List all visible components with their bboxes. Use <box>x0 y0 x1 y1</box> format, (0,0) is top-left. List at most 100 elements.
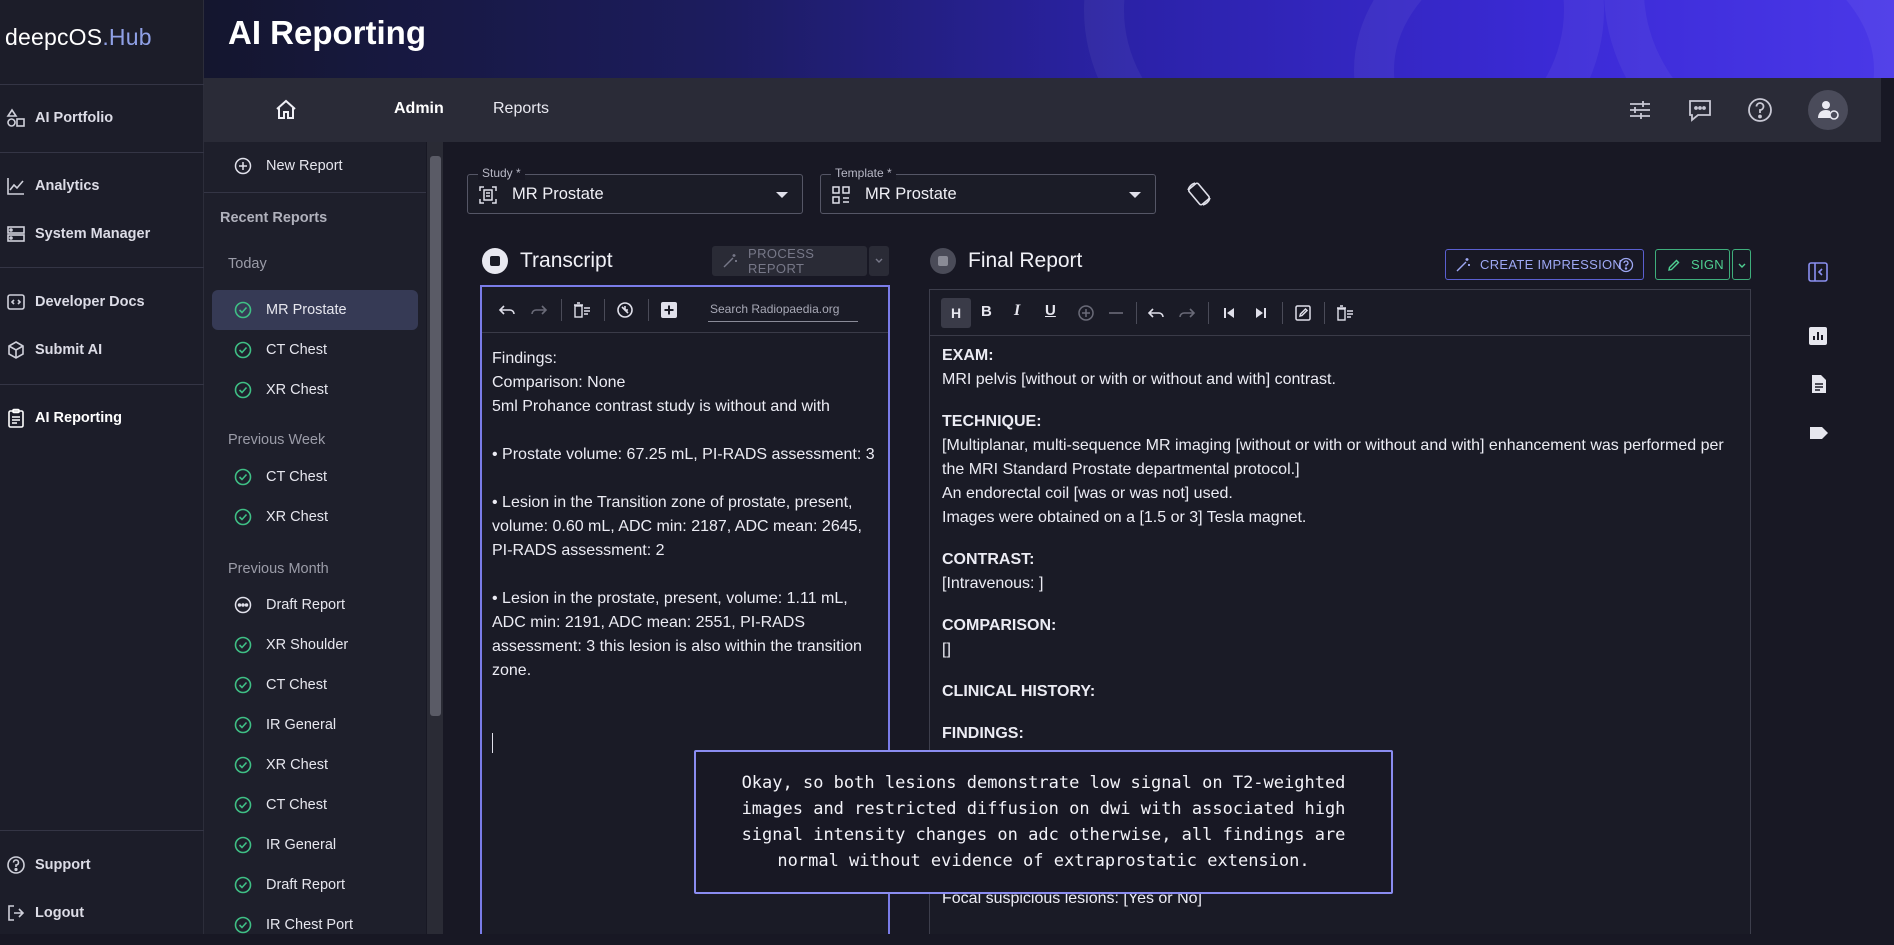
text-cursor <box>492 733 493 753</box>
report-section-heading[interactable]: FINDINGS: <box>942 722 1742 746</box>
scrollbar-thumb[interactable] <box>430 156 441 716</box>
draft-dots-icon <box>234 596 252 614</box>
chat-icon[interactable] <box>1686 96 1714 124</box>
sliders-icon[interactable] <box>1626 96 1654 124</box>
report-list-item[interactable]: XR Shoulder <box>212 625 418 665</box>
report-section-heading[interactable]: COMPARISON: <box>942 614 1742 638</box>
previous-field-icon[interactable] <box>1220 304 1238 322</box>
report-list-item[interactable]: CT Chest <box>212 785 418 825</box>
sidebar-item-submit-ai[interactable]: Submit AI <box>6 340 102 360</box>
home-icon[interactable] <box>274 98 298 122</box>
rotate-screen-icon[interactable] <box>1185 180 1213 208</box>
report-group-heading: Previous Week <box>228 432 326 448</box>
scan-document-icon <box>479 186 497 204</box>
report-list-item[interactable]: Draft Report <box>212 585 418 625</box>
report-section-line[interactable]: MRI pelvis [without or with or without a… <box>942 368 1742 392</box>
template-select[interactable]: Template * MR Prostate <box>820 166 1156 214</box>
brand-logo[interactable]: deepcOS.Hub <box>5 24 152 51</box>
spellcheck-icon[interactable] <box>616 301 634 319</box>
next-field-icon[interactable] <box>1252 304 1270 322</box>
transcript-text[interactable]: Findings: Comparison: None 5ml Prohance … <box>492 347 878 683</box>
redo-icon[interactable] <box>530 301 548 319</box>
help-icon[interactable] <box>1618 257 1634 273</box>
check-circle-icon <box>234 468 252 486</box>
page-header: AI Reporting <box>204 0 1894 78</box>
radiopaedia-search-input[interactable]: Search Radiopaedia.org <box>708 298 858 322</box>
shapes-icon <box>6 108 25 127</box>
clear-format-icon[interactable] <box>1336 304 1354 322</box>
sidebar-item-system-manager[interactable]: System Manager <box>6 224 150 244</box>
report-toolbar: H B I U <box>930 290 1750 336</box>
sign-dropdown[interactable] <box>1732 249 1751 280</box>
study-select[interactable]: Study * MR Prostate <box>467 166 803 214</box>
logout-icon <box>8 905 25 921</box>
sidebar-item-developer-docs[interactable]: Developer Docs <box>6 292 145 312</box>
bar-chart-icon[interactable] <box>1807 325 1829 347</box>
bold-button[interactable]: B <box>981 303 999 321</box>
tag-icon[interactable] <box>1808 422 1830 444</box>
undo-icon[interactable] <box>498 301 516 319</box>
document-icon[interactable] <box>1808 373 1830 395</box>
report-section-heading[interactable]: CONTRAST: <box>942 548 1742 572</box>
top-navbar: Admin Reports <box>204 78 1881 142</box>
report-list-item[interactable]: CT Chest <box>212 665 418 705</box>
heading-button[interactable]: H <box>941 298 971 328</box>
chart-line-icon <box>7 178 24 195</box>
undo-icon[interactable] <box>1147 304 1165 322</box>
report-section-heading[interactable]: CLINICAL HISTORY: <box>942 680 1742 704</box>
dictation-tooltip: Okay, so both lesions demonstrate low si… <box>694 750 1393 894</box>
report-section-heading[interactable]: EXAM: <box>942 344 1742 368</box>
final-report-text[interactable]: EXAM: MRI pelvis [without or with or with… <box>942 344 1742 764</box>
chevron-down-icon <box>776 192 788 198</box>
report-list-item[interactable]: CT Chest <box>212 330 418 370</box>
chevron-down-icon <box>875 258 883 263</box>
check-circle-icon <box>234 676 252 694</box>
report-list-item[interactable]: IR Chest Port <box>212 905 418 945</box>
sidebar-item-ai-portfolio[interactable]: AI Portfolio <box>6 108 113 128</box>
check-circle-icon <box>234 381 252 399</box>
report-section-line[interactable]: Images were obtained on a [1.5 or 3] Tes… <box>942 506 1742 530</box>
report-list-item[interactable]: CT Chest <box>212 457 418 497</box>
add-circle-icon[interactable] <box>1077 304 1095 322</box>
check-circle-icon <box>234 756 252 774</box>
collapse-panel-icon[interactable] <box>1807 261 1829 283</box>
clear-format-icon[interactable] <box>573 301 591 319</box>
sidebar-item-support[interactable]: Support <box>6 855 91 875</box>
sidebar-item-analytics[interactable]: Analytics <box>6 176 99 196</box>
help-icon[interactable] <box>1746 96 1774 124</box>
record-icon[interactable] <box>482 248 508 274</box>
check-circle-icon <box>234 636 252 654</box>
edit-box-icon[interactable] <box>1294 304 1312 322</box>
nav-link-admin[interactable]: Admin <box>394 100 444 118</box>
redo-icon[interactable] <box>1178 304 1196 322</box>
italic-button[interactable]: I <box>1014 302 1032 320</box>
horizontal-rule-icon[interactable] <box>1107 304 1125 322</box>
add-block-icon[interactable] <box>660 301 678 319</box>
report-section-line[interactable]: [Multiplanar, multi-sequence MR imaging … <box>942 434 1742 482</box>
sign-button[interactable]: SIGN <box>1655 249 1730 280</box>
report-list-item[interactable]: XR Chest <box>212 745 418 785</box>
create-impression-button[interactable]: CREATE IMPRESSION <box>1445 249 1644 280</box>
report-list-item[interactable]: XR Chest <box>212 370 418 410</box>
report-list-item[interactable]: MR Prostate <box>212 290 418 330</box>
sidebar-item-ai-reporting[interactable]: AI Reporting <box>6 408 122 428</box>
record-icon[interactable] <box>930 248 956 274</box>
plus-circle-icon <box>234 157 252 175</box>
report-section-heading[interactable]: TECHNIQUE: <box>942 410 1742 434</box>
report-list-item[interactable]: IR General <box>212 705 418 745</box>
sidebar-item-logout[interactable]: Logout <box>6 903 84 923</box>
report-section-line[interactable]: [Intravenous: ] <box>942 572 1742 596</box>
process-report-dropdown[interactable] <box>869 246 889 276</box>
report-section-line[interactable]: An endorectal coil [was or was not] used… <box>942 482 1742 506</box>
report-list-item[interactable]: Draft Report <box>212 865 418 905</box>
underline-button[interactable]: U <box>1045 302 1063 320</box>
user-avatar[interactable] <box>1808 90 1848 130</box>
report-section-line[interactable]: [] <box>942 638 1742 662</box>
server-icon <box>7 226 25 242</box>
help-icon <box>7 856 25 874</box>
report-list-item[interactable]: IR General <box>212 825 418 865</box>
new-report-button[interactable]: New Report <box>212 146 418 186</box>
report-list-item[interactable]: XR Chest <box>212 497 418 537</box>
process-report-button[interactable]: PROCESS REPORT <box>712 246 867 276</box>
nav-link-reports[interactable]: Reports <box>493 100 549 118</box>
